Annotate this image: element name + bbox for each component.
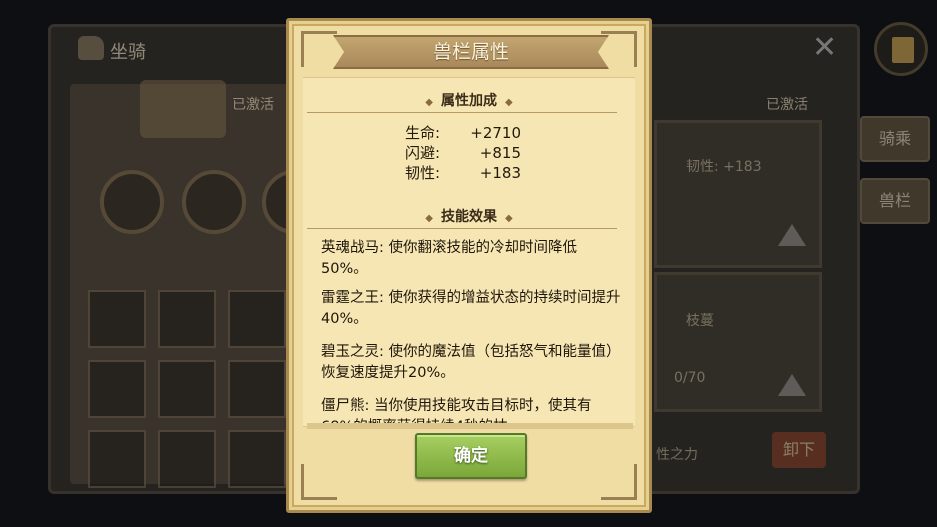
stat-value: +2710: [470, 124, 521, 142]
mount-slot-circle: [100, 170, 164, 234]
upgrade-arrow-icon: [778, 224, 806, 246]
skill-section-title: 技能效果: [441, 209, 497, 225]
stat-preview-text: 韧性: +183: [686, 159, 762, 175]
stat-name: 韧性:: [405, 164, 441, 182]
unload-button: 卸下: [772, 432, 826, 468]
skill-section-header: ◆ 技能效果 ◆: [303, 206, 635, 226]
mount-grid-slot: [88, 430, 146, 488]
mount-grid-slot: [88, 360, 146, 418]
mount-grid-slot: [158, 430, 216, 488]
confirm-button[interactable]: 确定: [415, 433, 527, 479]
section-divider: [307, 228, 617, 229]
background-title: 坐骑: [110, 42, 146, 63]
corner-ornament: [601, 464, 637, 500]
stat-row: 生命: +2710: [405, 122, 521, 143]
stat-value: +183: [479, 164, 521, 182]
content-bottom-strip: [307, 423, 633, 429]
stat-name: 闪避:: [405, 144, 441, 162]
progress-text: 0/70: [674, 370, 706, 386]
mount-grid-slot: [228, 290, 286, 348]
right-status-label: 已激活: [766, 97, 808, 113]
diamond-icon: ◆: [425, 97, 433, 108]
attr-section-title: 属性加成: [441, 93, 497, 109]
skill-entry: 英魂战马: 使你翻滚技能的冷却时间降低50%。: [321, 240, 577, 277]
content-scroll-area[interactable]: ◆ 属性加成 ◆ 生命: +2710 闪避: +815 韧性: +183 ◆ 技能效果 ◆ 英…: [303, 77, 635, 427]
mount-list-panel: [70, 84, 290, 484]
stat-row: 闪避: +815: [405, 142, 521, 163]
corner-ornament: [301, 464, 337, 500]
tab-stable: 兽栏: [860, 178, 930, 224]
upgrade-arrow-icon: [778, 374, 806, 396]
corner-ornament: [301, 31, 337, 67]
tab-riding: 骑乘: [860, 116, 930, 162]
section-divider: [307, 112, 617, 113]
skill-preview-label: 枝蔓: [686, 313, 714, 329]
mount-grid-slot: [228, 430, 286, 488]
mount-grid-slot: [158, 360, 216, 418]
stable-attributes-modal: 兽栏属性 ◆ 属性加成 ◆ 生命: +2710 闪避: +815 韧性: +183 ◆ 技能…: [286, 18, 652, 513]
skill-entry: 雷霆之王: 使你获得的增益状态的持续时间提升40%。: [321, 290, 621, 327]
close-icon: ✕: [812, 30, 838, 65]
mount-icon: [78, 36, 104, 60]
diamond-icon: ◆: [505, 213, 513, 224]
attr-section-header: ◆ 属性加成 ◆: [303, 90, 635, 110]
stat-row: 韧性: +183: [405, 162, 521, 183]
diamond-icon: ◆: [505, 97, 513, 108]
book-icon: [874, 22, 928, 76]
stat-name: 生命:: [405, 124, 441, 142]
bottom-label: 性之力: [656, 447, 698, 463]
modal-title: 兽栏属性: [432, 41, 509, 63]
diamond-icon: ◆: [425, 213, 433, 224]
chest-icon: [140, 80, 226, 138]
skill-entry: 碧玉之灵: 使你的魔法值（包括怒气和能量值）恢复速度提升20%。: [321, 344, 621, 381]
mount-grid-slot: [158, 290, 216, 348]
mount-slot-circle: [182, 170, 246, 234]
stat-value: +815: [479, 144, 521, 162]
left-status-label: 已激活: [232, 97, 274, 113]
mount-grid-slot: [228, 360, 286, 418]
mount-grid-slot: [88, 290, 146, 348]
